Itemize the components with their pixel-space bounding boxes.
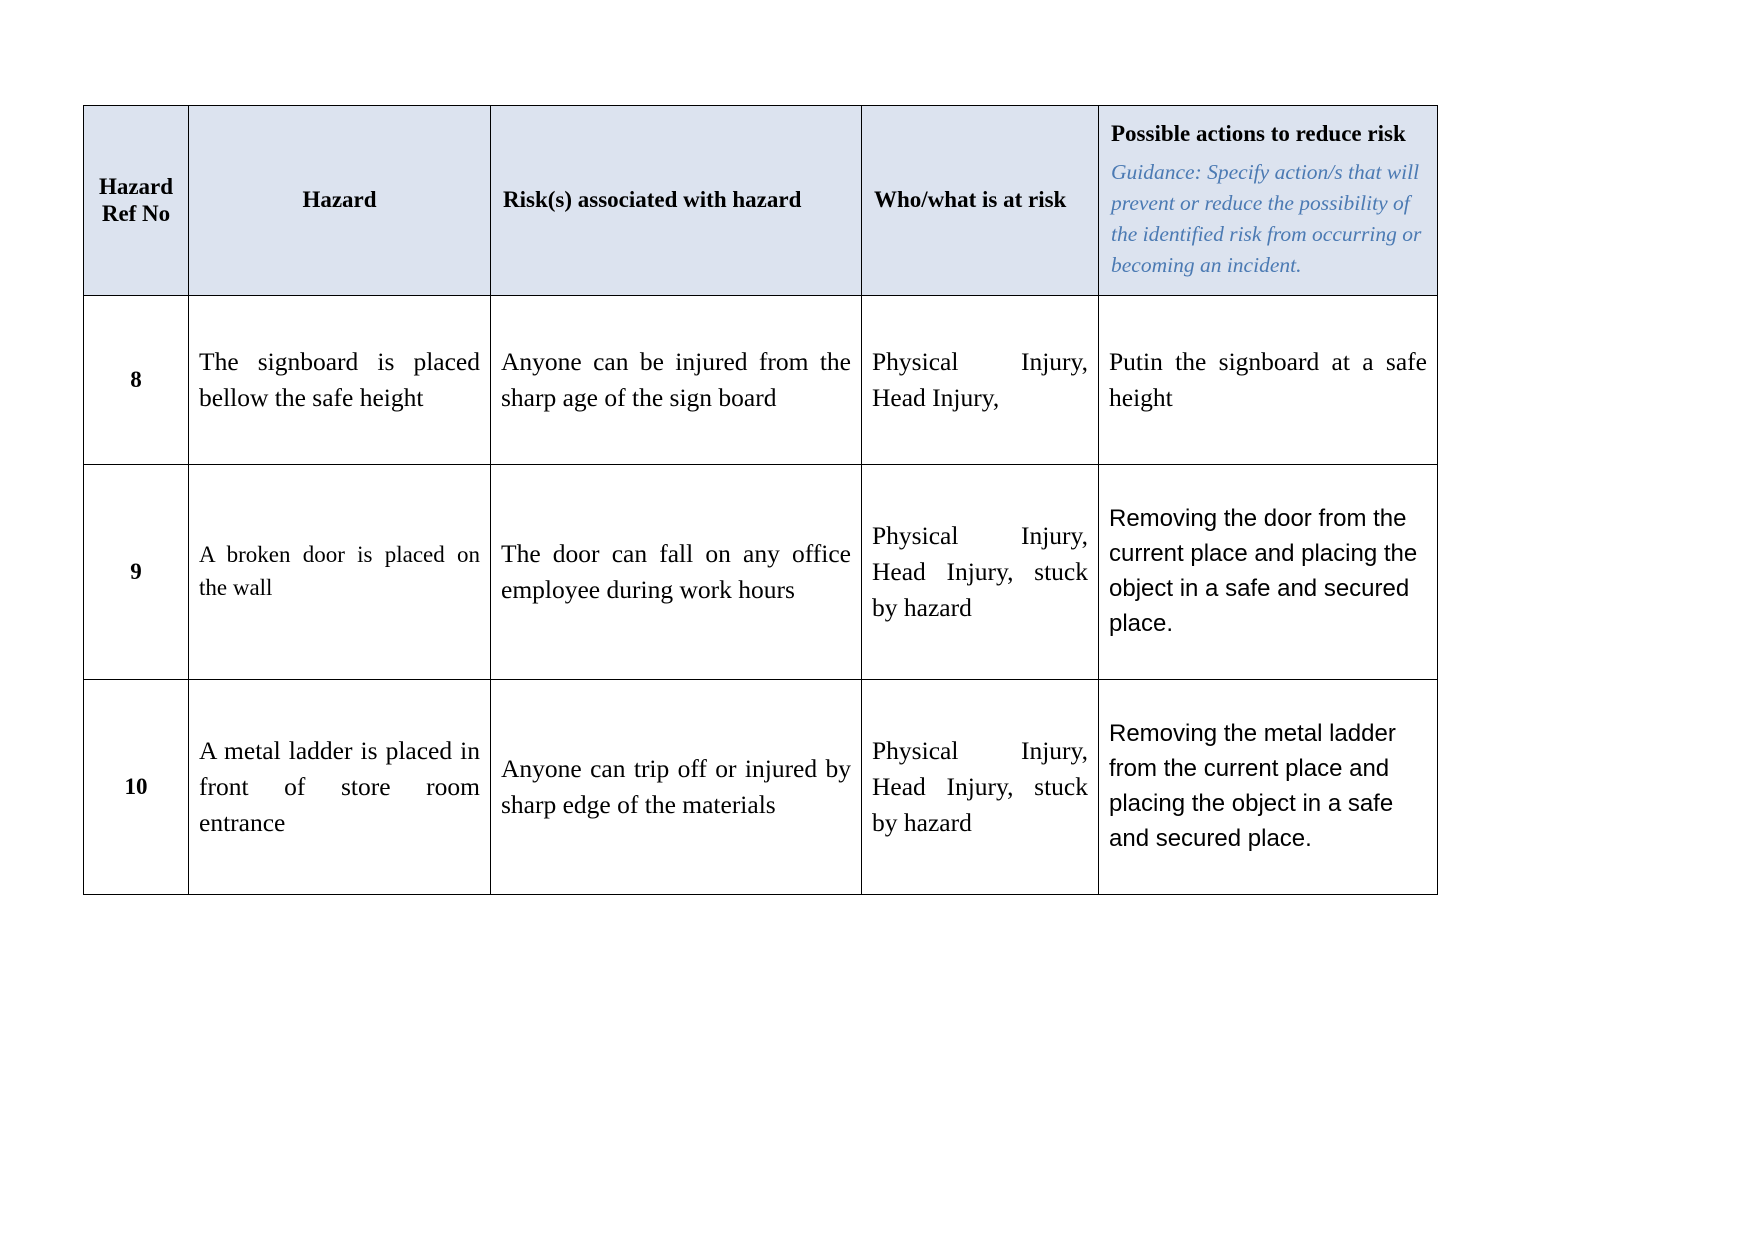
column-header-who-at-risk-label: Who/what is at risk (874, 187, 1067, 213)
risk-value: The door can fall on any office employee… (501, 538, 851, 604)
cell-possible-action: Removing the door from the current place… (1098, 464, 1438, 680)
risk-value: Anyone can trip off or injured by sharp … (501, 753, 851, 819)
cell-hazard: A broken door is placed on the wall (188, 464, 491, 680)
table-row: 10 A metal ladder is placed in front of … (83, 679, 1438, 895)
column-header-guidance-note: Guidance: Specify action/s that will pre… (1111, 160, 1422, 277)
column-header-hazard-label: Hazard (302, 187, 377, 213)
who-at-risk-value: Physical Injury, Head Injury, (872, 346, 1088, 412)
document-page: Hazard Ref No Hazard Risk(s) associated … (0, 0, 1754, 1241)
hazard-ref-no-value: 9 (130, 558, 142, 584)
possible-action-value: Putin the signboard at a safe height (1109, 346, 1427, 412)
column-header-hazard-ref-no: Hazard Ref No (83, 105, 189, 296)
cell-possible-action: Putin the signboard at a safe height (1098, 295, 1438, 465)
cell-risk: Anyone can be injured from the sharp age… (490, 295, 862, 465)
who-at-risk-value: Physical Injury, Head Injury, stuck by h… (872, 520, 1088, 623)
who-at-risk-value: Physical Injury, Head Injury, stuck by h… (872, 735, 1088, 838)
cell-possible-action: Removing the metal ladder from the curre… (1098, 679, 1438, 895)
column-header-hazard: Hazard (188, 105, 491, 296)
hazard-ref-no-value: 8 (130, 366, 142, 392)
possible-action-value: Removing the door from the current place… (1109, 505, 1418, 637)
hazard-ref-no-value: 10 (124, 773, 148, 799)
cell-hazard-ref-no: 8 (83, 295, 189, 465)
cell-hazard-ref-no: 9 (83, 464, 189, 680)
cell-hazard: A metal ladder is placed in front of sto… (188, 679, 491, 895)
table-header: Hazard Ref No Hazard Risk(s) associated … (83, 105, 1438, 296)
column-header-hazard-ref-no-label: Hazard Ref No (98, 173, 174, 226)
hazard-value: A broken door is placed on the wall (199, 542, 480, 600)
table-row: 8 The signboard is placed bellow the saf… (83, 295, 1438, 465)
hazard-value: The signboard is placed bellow the safe … (199, 346, 480, 412)
risk-assessment-table: Hazard Ref No Hazard Risk(s) associated … (83, 105, 1438, 895)
column-header-possible-actions: Possible actions to reduce risk Guidance… (1098, 105, 1438, 296)
cell-risk: The door can fall on any office employee… (490, 464, 862, 680)
column-header-who-at-risk: Who/what is at risk (861, 105, 1099, 296)
risk-value: Anyone can be injured from the sharp age… (501, 346, 851, 412)
table-row: 9 A broken door is placed on the wall Th… (83, 464, 1438, 680)
cell-hazard: The signboard is placed bellow the safe … (188, 295, 491, 465)
column-header-possible-actions-label: Possible actions to reduce risk (1111, 120, 1406, 146)
possible-action-value: Removing the metal ladder from the curre… (1109, 720, 1396, 852)
cell-risk: Anyone can trip off or injured by sharp … (490, 679, 862, 895)
cell-who-at-risk: Physical Injury, Head Injury, (861, 295, 1099, 465)
column-header-risks-label: Risk(s) associated with hazard (503, 187, 802, 213)
cell-who-at-risk: Physical Injury, Head Injury, stuck by h… (861, 464, 1099, 680)
cell-who-at-risk: Physical Injury, Head Injury, stuck by h… (861, 679, 1099, 895)
cell-hazard-ref-no: 10 (83, 679, 189, 895)
hazard-value: A metal ladder is placed in front of sto… (199, 735, 480, 838)
column-header-risks: Risk(s) associated with hazard (490, 105, 862, 296)
table-body: 8 The signboard is placed bellow the saf… (83, 295, 1438, 895)
column-header-possible-actions-wrapper: Possible actions to reduce risk Guidance… (1099, 121, 1437, 281)
table-header-row: Hazard Ref No Hazard Risk(s) associated … (83, 105, 1438, 296)
